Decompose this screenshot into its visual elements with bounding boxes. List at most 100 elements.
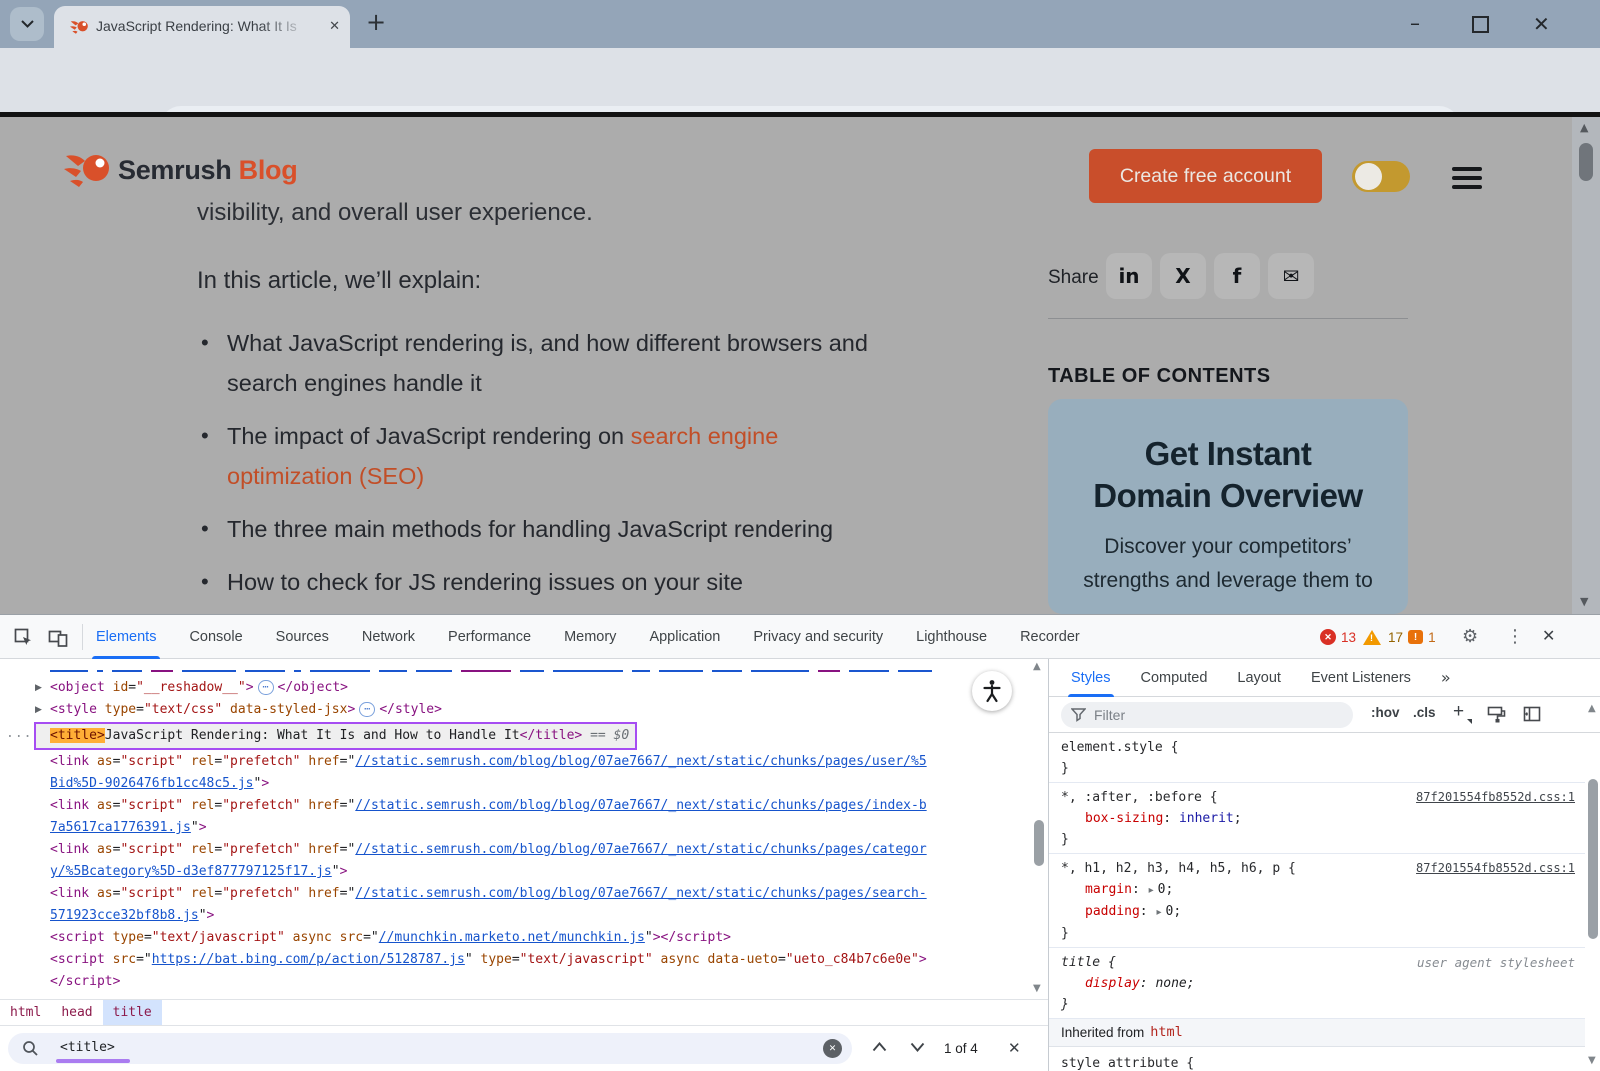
devtools-tab-privacy-and-security[interactable]: Privacy and security xyxy=(753,615,883,659)
rule-selector[interactable]: *, h1, h2, h3, h4, h5, h6, p { xyxy=(1061,861,1296,876)
code-line[interactable]: 7a5617ca1776391.js"> xyxy=(0,817,1030,839)
code-line[interactable]: <script type="text/javascript" async src… xyxy=(0,927,1030,949)
scroll-down-icon[interactable]: ▼ xyxy=(1588,1055,1596,1066)
hamburger-menu-icon[interactable] xyxy=(1452,167,1482,194)
expand-value-icon[interactable]: ▸ xyxy=(1156,907,1161,918)
code-line[interactable]: <link as="script" rel="prefetch" href="/… xyxy=(0,883,1030,905)
rule-selector[interactable]: *, :after, :before { xyxy=(1061,790,1218,805)
resource-link[interactable]: //static.semrush.com/blog/blog/07ae7667/… xyxy=(355,842,926,857)
linkedin-icon[interactable]: in xyxy=(1106,253,1152,299)
facebook-icon[interactable]: f xyxy=(1214,253,1260,299)
code-line[interactable]: ▶<object id="__reshadow__">⋯</object> xyxy=(0,677,1030,699)
stylesheet-source-link[interactable]: 87f201554fb8552d.css:1 xyxy=(1416,787,1575,808)
scroll-down-icon[interactable]: ▼ xyxy=(1033,983,1041,994)
code-line[interactable]: <link as="script" rel="prefetch" href="/… xyxy=(0,839,1030,861)
theme-toggle-knob[interactable] xyxy=(1355,163,1382,190)
css-property[interactable]: display: none; xyxy=(1061,973,1575,994)
devtools-menu-kebab-icon[interactable]: ⋮ xyxy=(1506,626,1524,647)
selected-node[interactable]: <title>JavaScript Rendering: What It Is … xyxy=(34,722,637,750)
tab-search-button[interactable] xyxy=(10,7,44,41)
resource-link[interactable]: 7a5617ca1776391.js xyxy=(50,820,191,835)
expand-children-icon[interactable]: ⋯ xyxy=(258,680,274,695)
window-maximize-button[interactable] xyxy=(1472,16,1489,33)
resource-link[interactable]: y/%5Bcategory%5D-d3ef877797125f17.js xyxy=(50,864,332,879)
resource-link[interactable]: //static.semrush.com/blog/blog/07ae7667/… xyxy=(355,886,926,901)
x-icon[interactable]: X xyxy=(1160,253,1206,299)
search-query[interactable]: <title> xyxy=(60,1040,115,1055)
inspect-element-icon[interactable] xyxy=(14,628,33,647)
devtools-tab-memory[interactable]: Memory xyxy=(564,615,616,659)
console-badges[interactable]: ✕ 13 ! 17 ! 1 xyxy=(1320,615,1436,659)
tab-close-icon[interactable]: ✕ xyxy=(329,19,340,34)
devtools-tab-application[interactable]: Application xyxy=(649,615,720,659)
window-minimize-button[interactable]: – xyxy=(1410,11,1420,35)
browser-tab-active[interactable]: JavaScript Rendering: What It Is ✕ xyxy=(54,6,350,48)
code-line[interactable]: <script src="https://bat.bing.com/p/acti… xyxy=(0,949,1030,971)
devtools-tab-network[interactable]: Network xyxy=(362,615,415,659)
rule-selector[interactable]: element.style { xyxy=(1061,740,1178,755)
code-line[interactable]: y/%5Bcategory%5D-d3ef877797125f17.js"> xyxy=(0,861,1030,883)
devtools-tab-elements[interactable]: Elements xyxy=(96,615,156,659)
scroll-up-icon[interactable]: ▲ xyxy=(1033,661,1041,672)
resource-link[interactable]: 571923cce32bf8b8.js xyxy=(50,908,199,923)
page-scrollbar[interactable]: ▲ ▼ xyxy=(1572,117,1600,614)
resource-link[interactable]: //static.semrush.com/blog/blog/07ae7667/… xyxy=(355,754,926,769)
window-close-button[interactable]: ✕ xyxy=(1533,12,1550,36)
paint-layers-icon[interactable] xyxy=(1487,706,1506,723)
styles-scrollbar[interactable]: ▲ ▼ xyxy=(1585,697,1600,1071)
css-property[interactable]: margin: ▸0; xyxy=(1061,879,1575,901)
row-actions-dots[interactable]: ... xyxy=(6,722,32,746)
dock-side-icon[interactable] xyxy=(1523,706,1541,722)
rule-selector[interactable]: title { xyxy=(1061,955,1116,970)
devtools-tab-performance[interactable]: Performance xyxy=(448,615,531,659)
new-tab-button[interactable]: + xyxy=(366,8,386,36)
expand-arrow-icon[interactable]: ▶ xyxy=(35,677,42,699)
resource-link[interactable]: https://bat.bing.com/p/action/5128787.js xyxy=(152,952,465,967)
devtools-tab-sources[interactable]: Sources xyxy=(276,615,329,659)
breadcrumb-item-head[interactable]: head xyxy=(51,1000,102,1025)
domain-overview-card[interactable]: Get Instant Domain Overview Discover you… xyxy=(1048,399,1408,614)
mail-icon[interactable]: ✉ xyxy=(1268,253,1314,299)
next-match-icon[interactable] xyxy=(910,1042,925,1052)
property-name[interactable]: padding xyxy=(1085,904,1140,919)
devtools-close-icon[interactable]: ✕ xyxy=(1542,626,1555,645)
breadcrumb-item-html[interactable]: html xyxy=(0,1000,51,1025)
new-style-rule-button[interactable]: + xyxy=(1453,701,1464,723)
property-name[interactable]: display xyxy=(1085,976,1140,991)
property-value[interactable]: inherit xyxy=(1179,811,1234,826)
stylesheet-source-link[interactable]: 87f201554fb8552d.css:1 xyxy=(1416,858,1575,879)
search-input[interactable]: <title> ✕ xyxy=(8,1033,852,1064)
css-property[interactable]: padding: ▸0; xyxy=(1061,901,1575,923)
create-account-button[interactable]: Create free account xyxy=(1089,149,1322,203)
code-line[interactable]: 571923cce32bf8b8.js"> xyxy=(0,905,1030,927)
site-brand[interactable]: Semrush Blog xyxy=(118,155,297,186)
property-name[interactable]: box-sizing xyxy=(1085,811,1163,826)
clear-search-icon[interactable]: ✕ xyxy=(823,1039,842,1058)
styles-filter-input[interactable]: Filter xyxy=(1061,702,1353,728)
code-line[interactable]: <link as="script" rel="prefetch" href="/… xyxy=(0,795,1030,817)
styles-tab-styles[interactable]: Styles xyxy=(1071,659,1111,697)
more-tabs-icon[interactable]: » xyxy=(1441,668,1451,687)
class-button[interactable]: .cls xyxy=(1413,705,1436,720)
property-value[interactable]: none xyxy=(1155,976,1186,991)
scroll-up-icon[interactable]: ▲ xyxy=(1580,121,1588,134)
resource-link[interactable]: Bid%5D-9026476fb1cc48c5.js xyxy=(50,776,254,791)
property-name[interactable]: margin xyxy=(1085,882,1132,897)
hover-state-button[interactable]: :hov xyxy=(1371,705,1400,720)
resource-link[interactable]: //static.semrush.com/blog/blog/07ae7667/… xyxy=(355,798,926,813)
expand-children-icon[interactable]: ⋯ xyxy=(359,702,375,717)
devtools-tab-lighthouse[interactable]: Lighthouse xyxy=(916,615,987,659)
styles-tab-layout[interactable]: Layout xyxy=(1237,659,1281,697)
devtools-tab-recorder[interactable]: Recorder xyxy=(1020,615,1080,659)
page-scrollbar-thumb[interactable] xyxy=(1579,143,1593,181)
code-line[interactable]: ...<title>JavaScript Rendering: What It … xyxy=(0,722,1030,750)
css-property[interactable]: box-sizing: inherit; xyxy=(1061,808,1575,829)
code-line[interactable]: <link as="script" rel="prefetch" href="/… xyxy=(0,751,1030,773)
breadcrumb-item-title[interactable]: title xyxy=(103,1000,162,1025)
accessibility-overlay-button[interactable] xyxy=(972,671,1012,711)
styles-scrollbar-thumb[interactable] xyxy=(1588,779,1598,939)
devtools-tab-console[interactable]: Console xyxy=(189,615,242,659)
expand-arrow-icon[interactable]: ▶ xyxy=(35,699,42,721)
expand-value-icon[interactable]: ▸ xyxy=(1149,885,1154,896)
elements-scrollbar-thumb[interactable] xyxy=(1034,820,1044,866)
